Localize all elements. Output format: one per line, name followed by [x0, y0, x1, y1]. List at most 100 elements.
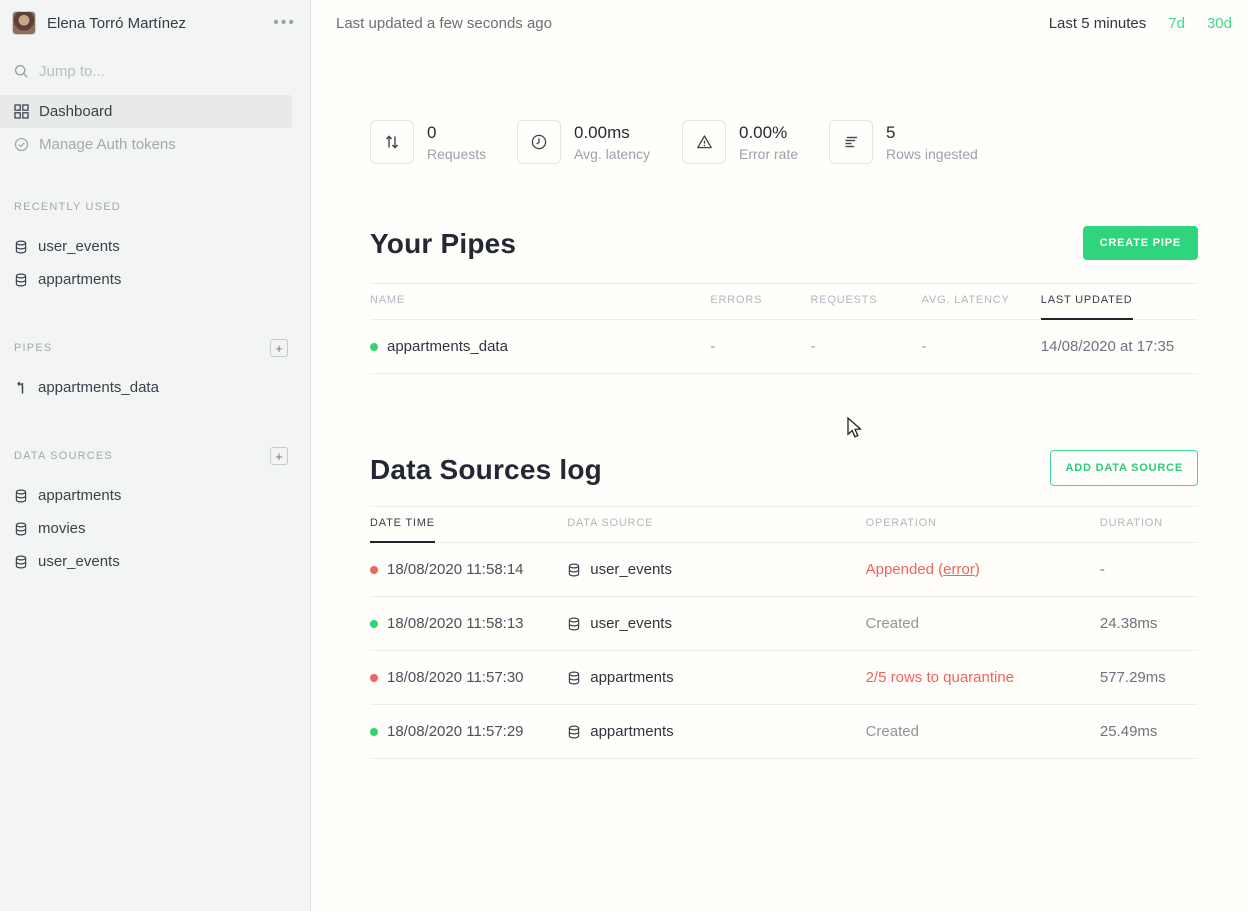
sidebar-item-label: appartments	[38, 487, 121, 504]
database-icon	[567, 725, 581, 739]
range-last-5-minutes[interactable]: Last 5 minutes	[1049, 15, 1147, 32]
database-icon	[567, 617, 581, 631]
last-updated-text: Last updated a few seconds ago	[336, 15, 552, 32]
sidebar-item-appartments[interactable]: appartments	[0, 263, 310, 296]
more-options-icon[interactable]: •••	[273, 18, 296, 28]
log-operation: Created	[866, 705, 1100, 759]
pipes-table-header: NAME ERRORS REQUESTS AVG. LATENCY LAST U…	[370, 284, 1198, 320]
stat-error-rate: 0.00% Error rate	[682, 120, 829, 164]
workspace-user[interactable]: Elena Torró Martínez •••	[0, 8, 310, 38]
log-duration: -	[1100, 543, 1198, 597]
col-data-source[interactable]: DATA SOURCE	[567, 507, 865, 543]
database-icon	[14, 489, 28, 503]
col-operation[interactable]: OPERATION	[866, 507, 1100, 543]
sidebar: Elena Torró Martínez ••• Dashboard Manag…	[0, 0, 311, 911]
database-icon	[14, 522, 28, 536]
sidebar-item-appartments-ds[interactable]: appartments	[0, 479, 310, 512]
log-datetime: 18/08/2020 11:58:14	[387, 561, 524, 578]
sidebar-item-appartments-data[interactable]: appartments_data	[0, 371, 310, 404]
database-icon	[14, 273, 28, 287]
user-name: Elena Torró Martínez	[47, 15, 273, 32]
log-operation: 2/5 rows to quarantine	[866, 651, 1100, 705]
create-pipe-button[interactable]: CREATE PIPE	[1083, 226, 1198, 260]
add-data-source-button-sidebar[interactable]: +	[270, 447, 288, 465]
warning-triangle-icon	[682, 120, 726, 164]
col-name[interactable]: NAME	[370, 284, 710, 320]
pipe-last-updated: 14/08/2020 at 17:35	[1041, 320, 1198, 374]
datasources-log-table: DATE TIME DATA SOURCE OPERATION DURATION…	[370, 506, 1198, 759]
log-row[interactable]: 18/08/2020 11:57:30 appartments 2/5 rows…	[370, 651, 1198, 705]
sidebar-item-label: user_events	[38, 238, 120, 255]
log-datetime: 18/08/2020 11:58:13	[387, 615, 524, 632]
log-datetime: 18/08/2020 11:57:30	[387, 669, 524, 686]
log-row[interactable]: 18/08/2020 11:57:29 appartments Created …	[370, 705, 1198, 759]
log-data-source[interactable]: user_events	[590, 561, 672, 578]
add-pipe-button[interactable]: +	[270, 339, 288, 357]
status-dot-green	[370, 728, 378, 736]
app-window: Elena Torró Martínez ••• Dashboard Manag…	[0, 0, 1248, 911]
log-duration: 577.29ms	[1100, 651, 1198, 705]
section-data-sources: DATA SOURCES +	[0, 446, 310, 466]
pipes-section-header: Your Pipes CREATE PIPE	[370, 226, 1198, 260]
log-duration: 25.49ms	[1100, 705, 1198, 759]
pipe-errors: -	[710, 320, 810, 374]
stat-value: 5	[886, 123, 978, 143]
sidebar-item-label: user_events	[38, 553, 120, 570]
sidebar-item-label: appartments_data	[38, 379, 159, 396]
stat-label: Error rate	[739, 146, 798, 162]
sidebar-item-label: appartments	[38, 271, 121, 288]
database-icon	[567, 563, 581, 577]
stat-value: 0	[427, 123, 486, 143]
jump-to-search[interactable]	[0, 59, 310, 83]
log-row[interactable]: 18/08/2020 11:58:14 user_events Appended…	[370, 543, 1198, 597]
error-link[interactable]: error	[943, 561, 975, 578]
sidebar-item-label: Dashboard	[39, 103, 112, 120]
database-icon	[14, 555, 28, 569]
datasources-section-header: Data Sources log ADD DATA SOURCE	[370, 450, 1198, 486]
stat-rows-ingested: 5 Rows ingested	[829, 120, 978, 164]
col-last-updated[interactable]: LAST UPDATED	[1041, 284, 1198, 320]
stat-requests: 0 Requests	[370, 120, 517, 164]
search-input[interactable]	[39, 63, 279, 80]
status-dot-red	[370, 674, 378, 682]
range-7d[interactable]: 7d	[1168, 15, 1185, 32]
clock-icon	[517, 120, 561, 164]
log-operation: Appended (error)	[866, 543, 1100, 597]
log-row[interactable]: 18/08/2020 11:58:13 user_events Created …	[370, 597, 1198, 651]
stat-value: 0.00ms	[574, 123, 650, 143]
col-avg-latency[interactable]: AVG. LATENCY	[922, 284, 1041, 320]
stat-label: Rows ingested	[886, 146, 978, 162]
stat-value: 0.00%	[739, 123, 798, 143]
section-recently-used: RECENTLY USED	[0, 197, 310, 217]
log-datetime: 18/08/2020 11:57:29	[387, 723, 524, 740]
arrows-up-down-icon	[370, 120, 414, 164]
sidebar-item-auth-tokens[interactable]: Manage Auth tokens	[0, 128, 310, 161]
database-icon	[567, 671, 581, 685]
log-data-source[interactable]: appartments	[590, 669, 673, 686]
pipes-title: Your Pipes	[370, 228, 516, 260]
dashboard-grid-icon	[14, 104, 29, 119]
range-30d[interactable]: 30d	[1207, 15, 1232, 32]
pipe-row[interactable]: appartments_data - - - 14/08/2020 at 17:…	[370, 320, 1198, 374]
col-errors[interactable]: ERRORS	[710, 284, 810, 320]
topbar: Last updated a few seconds ago Last 5 mi…	[311, 0, 1248, 46]
pipe-name[interactable]: appartments_data	[387, 338, 508, 355]
col-duration[interactable]: DURATION	[1100, 507, 1198, 543]
database-icon	[14, 240, 28, 254]
sidebar-item-user-events-ds[interactable]: user_events	[0, 545, 310, 578]
log-data-source[interactable]: user_events	[590, 615, 672, 632]
add-data-source-button[interactable]: ADD DATA SOURCE	[1050, 450, 1198, 486]
stat-label: Requests	[427, 146, 486, 162]
pipes-table: NAME ERRORS REQUESTS AVG. LATENCY LAST U…	[370, 283, 1198, 374]
sidebar-item-label: Manage Auth tokens	[39, 136, 176, 153]
status-dot-red	[370, 566, 378, 574]
log-data-source[interactable]: appartments	[590, 723, 673, 740]
auth-badge-icon	[14, 137, 29, 152]
sidebar-item-user-events[interactable]: user_events	[0, 230, 310, 263]
col-requests[interactable]: REQUESTS	[811, 284, 922, 320]
col-date-time[interactable]: DATE TIME	[370, 507, 567, 543]
sidebar-item-label: movies	[38, 520, 86, 537]
sidebar-item-dashboard[interactable]: Dashboard	[0, 95, 292, 128]
sidebar-item-movies[interactable]: movies	[0, 512, 310, 545]
time-range-selector: Last 5 minutes 7d 30d	[1049, 15, 1232, 32]
